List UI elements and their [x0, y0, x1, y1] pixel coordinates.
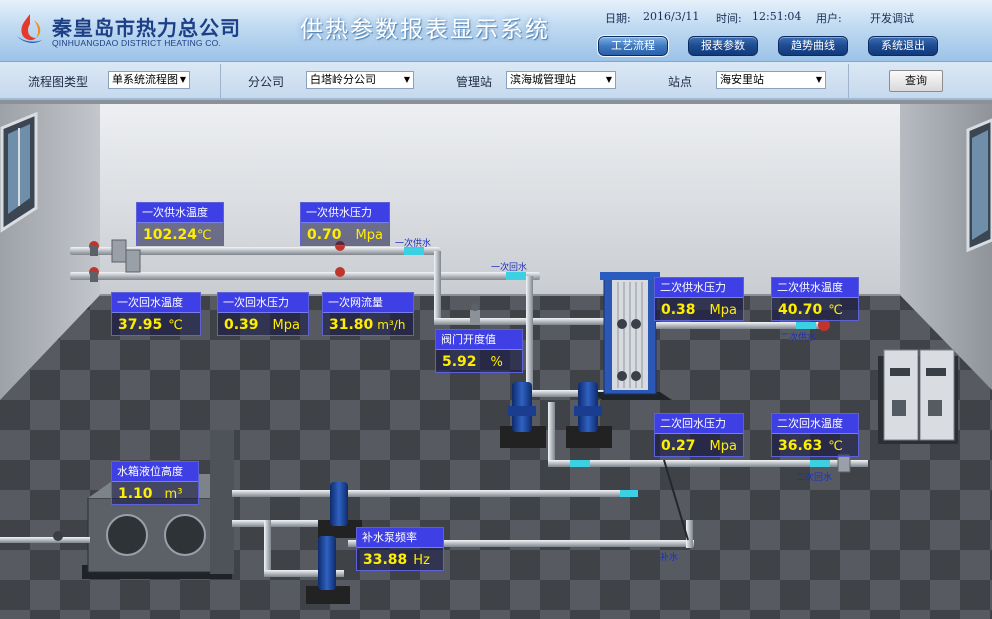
panel-value: 1.10	[118, 486, 153, 502]
station-mgmt-value: 滨海城管理站	[510, 73, 576, 86]
panel-secondary-supply-temp: 二次供水温度 40.70 ℃	[771, 277, 859, 321]
panel-label: 二次回水压力	[655, 414, 743, 434]
panel-valve-opening: 阀门开度值 5.92%	[435, 329, 523, 373]
station-mgmt-label: 管理站	[456, 75, 493, 89]
panel-label: 一次网流量	[323, 293, 413, 313]
dropdown-arrow-icon: ▼	[605, 75, 612, 84]
station-select[interactable]: 海安里站 ▼	[716, 71, 826, 89]
panel-value: 31.80	[329, 317, 374, 333]
nav-report-params-button[interactable]: 报表参数	[688, 36, 758, 56]
panel-label: 一次供水温度	[137, 203, 223, 223]
panel-label: 二次供水温度	[772, 278, 858, 298]
panel-unit: Mpa	[709, 303, 737, 318]
panel-value: 33.88	[363, 552, 408, 568]
panel-primary-supply-temp: 一次供水温度 102.24℃	[136, 202, 224, 246]
filter-bar: 流程图类型 单系统流程图 ▼ 分公司 白塔岭分公司 ▼ 管理站 滨海城管理站 ▼…	[0, 62, 992, 100]
pipe-tag-primary-supply: 一次供水	[395, 239, 432, 249]
panel-label: 一次回水压力	[218, 293, 308, 313]
date-value: 2016/3/11	[643, 10, 700, 23]
panel-secondary-supply-pressure: 二次供水压力 0.38 Mpa	[654, 277, 744, 321]
panel-value: 36.63	[778, 438, 823, 454]
control-valve-icon	[470, 303, 480, 324]
panel-value: 0.39	[224, 317, 259, 333]
panel-primary-return-pressure: 一次回水压力 0.39 Mpa	[217, 292, 309, 336]
panel-value: 0.27	[661, 438, 696, 454]
dropdown-arrow-icon: ▼	[179, 75, 186, 84]
company-name-en: QINHUANGDAO DISTRICT HEATING CO.	[52, 38, 222, 48]
panel-secondary-return-pressure: 二次回水压力 0.27 Mpa	[654, 413, 744, 457]
panel-unit: ℃	[197, 228, 212, 243]
time-value: 12:51:04	[752, 10, 802, 23]
panel-makeup-pump-freq: 补水泵频率 33.88 Hz	[356, 527, 444, 571]
divider	[848, 64, 849, 98]
window	[0, 111, 38, 233]
dropdown-arrow-icon: ▼	[815, 75, 822, 84]
panel-unit: ℃	[828, 439, 843, 454]
dropdown-arrow-icon: ▼	[403, 75, 410, 84]
window	[966, 118, 992, 253]
panel-primary-supply-pressure: 一次供水压力 0.70 Mpa	[300, 202, 390, 246]
panel-unit: m³	[164, 487, 183, 502]
nav-trend-curve-button[interactable]: 趋势曲线	[778, 36, 848, 56]
system-title-reflection: 供热参数报表显示系统	[300, 19, 550, 33]
control-cabinet	[878, 349, 958, 444]
panel-unit: Mpa	[355, 228, 383, 243]
station-mgmt-select[interactable]: 滨海城管理站 ▼	[506, 71, 616, 89]
primary-return-pipe	[70, 272, 540, 280]
panel-label: 水箱液位高度	[112, 462, 198, 482]
divider	[220, 64, 221, 98]
panel-value: 0.38	[661, 302, 696, 318]
company-logo-icon	[17, 14, 42, 43]
nav-exit-button[interactable]: 系统退出	[868, 36, 938, 56]
panel-unit: ℃	[828, 303, 843, 318]
panel-label: 二次供水压力	[655, 278, 743, 298]
panel-tank-level: 水箱液位高度 1.10 m³	[111, 461, 199, 505]
panel-label: 二次回水温度	[772, 414, 858, 434]
station-label: 站点	[668, 75, 693, 89]
company-name-cn: 秦皇岛市热力总公司	[52, 16, 241, 40]
station-value: 海安里站	[720, 73, 764, 86]
panel-value: 0.70	[307, 227, 342, 243]
panel-unit: Hz	[413, 553, 430, 568]
date-label: 日期:	[605, 12, 631, 25]
diagram-type-label: 流程图类型	[28, 75, 89, 89]
pipe-tag-secondary-supply: 二次供水	[780, 333, 817, 343]
panel-value: 5.92	[442, 354, 477, 370]
panel-unit: %	[490, 355, 503, 370]
time-label: 时间:	[716, 12, 742, 25]
pipe-tag-secondary-return: 二次回水	[796, 473, 833, 483]
panel-unit: Mpa	[272, 318, 300, 333]
panel-value: 40.70	[778, 302, 823, 318]
panel-value: 37.95	[118, 317, 163, 333]
pipe-tag-primary-return: 一次回水	[491, 263, 528, 273]
branch-select[interactable]: 白塔岭分公司 ▼	[306, 71, 414, 89]
panel-secondary-return-temp: 二次回水温度 36.63 ℃	[771, 413, 859, 457]
app-header: 秦皇岛市热力总公司 QINHUANGDAO DISTRICT HEATING C…	[0, 0, 992, 62]
query-button[interactable]: 查询	[889, 70, 943, 92]
branch-value: 白塔岭分公司	[310, 73, 376, 86]
panel-label: 阀门开度值	[436, 330, 522, 350]
diagram-type-value: 单系统流程图	[112, 73, 178, 86]
diagram-type-select[interactable]: 单系统流程图 ▼	[108, 71, 190, 89]
panel-unit: ℃	[168, 318, 183, 333]
user-label: 用户:	[816, 12, 842, 25]
panel-label: 补水泵频率	[357, 528, 443, 548]
process-scene: 一次供水 一次回水 二次供水 二次回水 补水 一次供水温度 102.24℃ 一次…	[0, 100, 992, 619]
panel-primary-flow: 一次网流量 31.80 m³/h	[322, 292, 414, 336]
user-value: 开发调试	[870, 12, 914, 25]
panel-primary-return-temp: 一次回水温度 37.95 ℃	[111, 292, 201, 336]
panel-label: 一次供水压力	[301, 203, 389, 223]
panel-value: 102.24	[143, 227, 198, 243]
panel-unit: Mpa	[709, 439, 737, 454]
valve-icon	[53, 531, 63, 541]
pipe-tag-makeup: 补水	[660, 553, 679, 563]
nav-process-flow-button[interactable]: 工艺流程	[597, 35, 669, 57]
panel-unit: m³/h	[377, 318, 406, 332]
branch-label: 分公司	[248, 75, 285, 89]
panel-label: 一次回水温度	[112, 293, 200, 313]
